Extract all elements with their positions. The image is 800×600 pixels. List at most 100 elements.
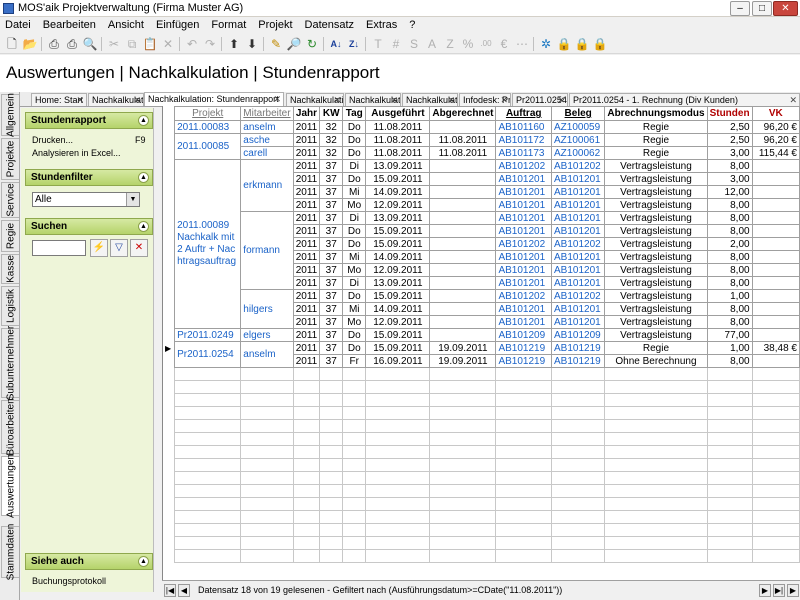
collapse-icon[interactable]: ▲ bbox=[138, 556, 149, 567]
format-decimal-icon[interactable]: .00 bbox=[478, 36, 494, 52]
maximize-button[interactable]: □ bbox=[752, 1, 772, 16]
cell-auftrag[interactable]: AB101160 bbox=[495, 120, 552, 134]
doc-tab[interactable]: Pr2011.0254 - 1. Rechnung (Div Kunden) ✕ bbox=[569, 93, 800, 106]
find-icon[interactable]: 🔎 bbox=[286, 36, 302, 52]
col-header-vk[interactable]: VK bbox=[751, 106, 800, 121]
cell-beleg[interactable]: AB101201 bbox=[550, 276, 606, 290]
cell-mitarbeiter[interactable]: erkmann bbox=[240, 159, 294, 212]
collapse-icon[interactable]: ▲ bbox=[138, 221, 149, 232]
col-header-abgerechnet[interactable]: Abgerechnet bbox=[429, 106, 497, 121]
cell-projekt[interactable]: 2011.00089 Nachkalk mit 2 Auftr + Nachtr… bbox=[174, 159, 242, 329]
cell-auftrag[interactable]: AB101201 bbox=[495, 224, 552, 238]
cell-beleg[interactable]: AZ100062 bbox=[550, 146, 606, 160]
cell-auftrag[interactable]: AB101173 bbox=[495, 146, 552, 160]
scroll-right-icon[interactable]: ▶ bbox=[787, 584, 799, 597]
cell-beleg[interactable]: AB101202 bbox=[550, 237, 606, 251]
menu-datensatz[interactable]: Datensatz bbox=[299, 17, 361, 31]
sort-ascending-icon[interactable]: A↓ bbox=[328, 36, 344, 52]
format-percent-icon[interactable]: % bbox=[460, 36, 476, 52]
doc-tab[interactable]: Infodesk: Pr ✕ bbox=[459, 93, 511, 106]
col-header-auftrag[interactable]: Auftrag bbox=[495, 106, 552, 121]
cell-beleg[interactable]: AZ100059 bbox=[550, 120, 606, 134]
doc-tab[interactable]: Nachkalkulati ✕ bbox=[286, 93, 344, 106]
cell-auftrag[interactable]: AB101202 bbox=[495, 289, 552, 303]
menu-extras[interactable]: Extras bbox=[360, 17, 403, 31]
table-row[interactable]: carell 2011 32 Do 11.08.2011 11.08.2011 AB1011… bbox=[163, 146, 800, 160]
menu-format[interactable]: Format bbox=[205, 17, 252, 31]
cut-icon[interactable]: ✂ bbox=[106, 36, 122, 52]
cell-beleg[interactable]: AB101201 bbox=[550, 198, 606, 212]
section-suchen[interactable]: Suchen ▲ bbox=[25, 218, 153, 235]
print-icon[interactable]: ⎙ bbox=[46, 36, 62, 52]
network-icon[interactable]: ✲ bbox=[538, 36, 554, 52]
cell-projekt[interactable]: 2011.00083 bbox=[174, 120, 242, 134]
section-stundenfilter[interactable]: Stundenfilter ▲ bbox=[25, 169, 153, 186]
nav-last-icon[interactable]: ▶| bbox=[773, 584, 785, 597]
col-header-tag[interactable]: Tag bbox=[342, 106, 367, 121]
format-number-icon[interactable]: # bbox=[388, 36, 404, 52]
refresh-icon[interactable]: ↻ bbox=[304, 36, 320, 52]
cell-beleg[interactable]: AB101201 bbox=[550, 250, 606, 264]
cell-mitarbeiter[interactable]: formann bbox=[240, 211, 294, 290]
format-s-icon[interactable]: S bbox=[406, 36, 422, 52]
cell-beleg[interactable]: AB101219 bbox=[550, 341, 606, 355]
print-setup-icon[interactable]: ⎙ bbox=[64, 36, 80, 52]
redo-icon[interactable]: ↷ bbox=[202, 36, 218, 52]
table-row[interactable]: ▶ Pr2011.0254 anselm 2011 37 Do 15.09.2011 19.0… bbox=[163, 341, 800, 368]
close-icon[interactable]: ✕ bbox=[76, 94, 84, 106]
sort-descending-icon[interactable]: Z↓ bbox=[346, 36, 362, 52]
doc-tab[interactable]: Pr2011.0254 ✕ bbox=[512, 93, 568, 106]
table-row[interactable]: hilgers 2011 37 Do 15.09.2011 AB101202 AB10120… bbox=[163, 289, 800, 329]
nav-next-icon[interactable]: ▶ bbox=[759, 584, 771, 597]
col-header-stunden[interactable]: Stunden bbox=[706, 106, 753, 121]
cell-projekt[interactable]: Pr2011.0254 bbox=[174, 341, 242, 368]
minimize-button[interactable]: ‒ bbox=[730, 1, 750, 16]
section-siehe-auch[interactable]: Siehe auch ▲ bbox=[25, 553, 153, 570]
cell-mitarbeiter[interactable]: elgers bbox=[240, 328, 294, 342]
cell-mitarbeiter[interactable]: carell bbox=[240, 146, 294, 160]
cell-mitarbeiter[interactable]: anselm bbox=[240, 341, 294, 368]
delete-icon[interactable]: ✕ bbox=[160, 36, 176, 52]
cell-beleg[interactable]: AZ100061 bbox=[550, 133, 606, 147]
vtab-allgemein[interactable]: Allgemein bbox=[1, 93, 19, 137]
cell-auftrag[interactable]: AB101172 bbox=[495, 133, 552, 147]
close-icon[interactable]: ✕ bbox=[500, 94, 508, 106]
col-header-jahr[interactable]: Jahr bbox=[292, 106, 321, 121]
vtab-service[interactable]: Service bbox=[1, 182, 19, 218]
doc-tab[interactable]: Nachkalkulati ✕ bbox=[345, 93, 401, 106]
vtab-subunternehmer[interactable]: Subunternehmer bbox=[1, 326, 19, 400]
filter-select[interactable]: Alle ▼ bbox=[32, 192, 140, 207]
menu-einfuegen[interactable]: Einfügen bbox=[150, 17, 205, 31]
vtab-regie[interactable]: Regie bbox=[1, 220, 19, 252]
cell-projekt[interactable]: Pr2011.0249 bbox=[174, 328, 242, 342]
arrow-up-icon[interactable]: ⬆ bbox=[226, 36, 242, 52]
cell-projekt[interactable]: 2011.00085 bbox=[174, 133, 242, 160]
table-row[interactable]: formann 2011 37 Di 13.09.2011 AB101201 AB10120… bbox=[163, 211, 800, 290]
col-header-abrechnungsmodus[interactable]: Abrechnungsmodus bbox=[604, 106, 708, 121]
table-row[interactable]: 2011.00085 asche 2011 32 Do 11.08.2011 11.08.2… bbox=[163, 133, 800, 160]
col-header-projekt[interactable]: Projekt bbox=[174, 106, 242, 121]
vtab-auswertungen[interactable]: Auswertungen bbox=[1, 454, 19, 518]
print-preview-icon[interactable]: 🔍 bbox=[82, 36, 98, 52]
lock-blue-icon[interactable]: 🔒 bbox=[574, 36, 590, 52]
cell-mitarbeiter[interactable]: hilgers bbox=[240, 289, 294, 329]
vtab-stammdaten[interactable]: Stammdaten bbox=[1, 524, 19, 580]
table-row[interactable]: Pr2011.0249 elgers 2011 37 Do 15.09.2011 AB101… bbox=[163, 328, 800, 342]
close-icon[interactable]: ✕ bbox=[333, 94, 341, 106]
format-other-icon[interactable]: ⋯ bbox=[514, 36, 530, 52]
cell-auftrag[interactable]: AB101201 bbox=[495, 185, 552, 199]
cell-beleg[interactable]: AB101202 bbox=[550, 159, 606, 173]
close-icon[interactable]: ✕ bbox=[447, 94, 455, 106]
table-row[interactable]: 2011.00083 anselm 2011 32 Do 11.08.2011 AB1011… bbox=[163, 120, 800, 134]
collapse-icon[interactable]: ▲ bbox=[138, 172, 149, 183]
cell-auftrag[interactable]: AB101201 bbox=[495, 198, 552, 212]
lock-yellow-icon[interactable]: 🔒 bbox=[556, 36, 572, 52]
nav-prev-icon[interactable]: ◀ bbox=[178, 584, 190, 597]
search-go-icon[interactable]: ⚡ bbox=[90, 239, 108, 257]
format-z-icon[interactable]: Z bbox=[442, 36, 458, 52]
vtab-bueroarbeiten[interactable]: Büroarbeiten bbox=[1, 398, 19, 456]
cell-auftrag[interactable]: AB101201 bbox=[495, 250, 552, 264]
cell-beleg[interactable]: AB101201 bbox=[550, 302, 606, 316]
print-link[interactable]: Drucken... bbox=[32, 135, 73, 145]
close-icon[interactable]: ✕ bbox=[789, 94, 797, 106]
